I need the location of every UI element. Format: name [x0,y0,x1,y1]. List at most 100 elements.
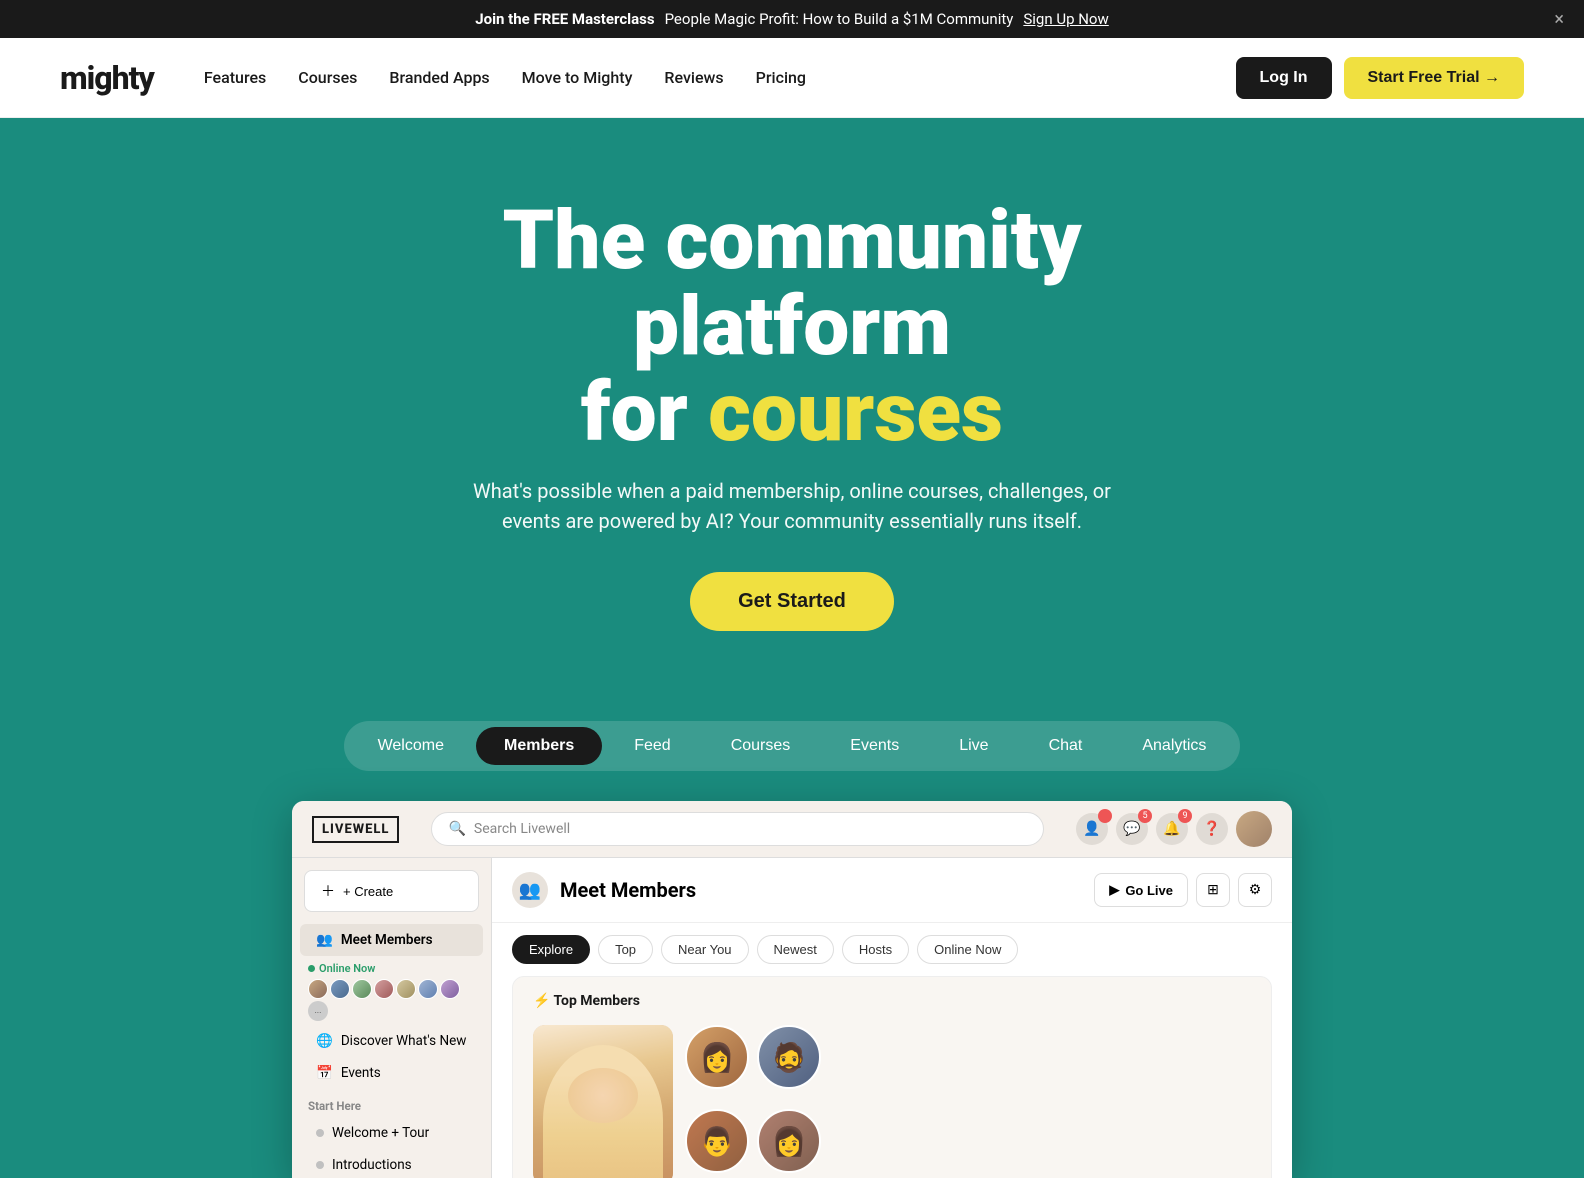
online-avatar [440,979,460,999]
pill-explore[interactable]: Explore [512,935,590,964]
online-dot [308,965,315,972]
app-body: ＋ + Create 👥 Meet Members Online Now [292,858,1292,1178]
nav-pricing[interactable]: Pricing [756,68,806,87]
hero-section: The community platform for courses What'… [0,118,1584,721]
tab-feed[interactable]: Feed [606,727,698,765]
side-members-grid: 👩 🧔 👨 👩 [685,1025,821,1178]
online-avatars: ... [308,979,475,1021]
tab-courses[interactable]: Courses [703,727,819,765]
app-window: LIVEWELL 🔍 Search Livewell 👤 💬 5 🔔 9 [292,801,1292,1178]
create-button[interactable]: ＋ + Create [304,870,479,912]
nav-branded-apps[interactable]: Branded Apps [389,68,489,87]
hero-heading: The community platform for courses [342,198,1242,456]
members-grid: 👩 🧔 👨 👩 [533,1025,1251,1178]
dot-icon [316,1129,324,1137]
dot-icon [316,1161,324,1169]
discover-icon: 🌐 [316,1033,333,1049]
online-avatar [374,979,394,999]
tab-welcome[interactable]: Welcome [350,727,472,765]
video-icon: ▶ [1109,882,1119,898]
hero-line1: The community platform [503,193,1082,375]
hero-subtitle: What's possible when a paid membership, … [462,476,1122,536]
online-section: Online Now ... [292,956,491,1025]
settings-icon[interactable]: ⚙ [1238,873,1272,907]
top-members-section: ⚡ Top Members [512,976,1272,1178]
main-actions: ▶ Go Live ⊞ ⚙ [1094,873,1272,907]
nav-reviews[interactable]: Reviews [664,68,723,87]
app-logo: LIVEWELL [312,816,399,843]
user-avatar[interactable] [1236,811,1272,847]
app-header: LIVEWELL 🔍 Search Livewell 👤 💬 5 🔔 9 [292,801,1292,858]
members-sidebar-icon: 👥 [316,932,333,948]
navbar: mighty Features Courses Branded Apps Mov… [0,38,1584,118]
online-avatar [330,979,350,999]
feature-tabs: Welcome Members Feed Courses Events Live… [344,721,1241,771]
pill-hosts[interactable]: Hosts [842,935,909,964]
app-main: 👥 Meet Members ▶ Go Live ⊞ ⚙ [492,858,1292,1178]
announcement-cta[interactable]: Sign Up Now [1023,10,1108,28]
sidebar-item-welcome-tour[interactable]: Welcome + Tour [300,1117,483,1149]
app-search-bar[interactable]: 🔍 Search Livewell [431,812,1044,846]
logo[interactable]: mighty [60,59,154,97]
app-preview: LIVEWELL 🔍 Search Livewell 👤 💬 5 🔔 9 [0,801,1584,1178]
trial-button[interactable]: Start Free Trial → [1344,57,1525,99]
notifications-icon[interactable]: 💬 5 [1116,813,1148,845]
side-member-3[interactable]: 👨 [685,1109,749,1173]
bell-icon[interactable]: 🔔 9 [1156,813,1188,845]
plus-icon: ＋ [321,881,335,901]
announcement-text: People Magic Profit: How to Build a $1M … [665,10,1014,28]
grid-icon: ⊞ [1207,882,1219,898]
top-members-header: ⚡ Top Members [533,993,1251,1009]
tab-live[interactable]: Live [931,727,1016,765]
app-sidebar: ＋ + Create 👥 Meet Members Online Now [292,858,492,1178]
help-icon[interactable]: ❓ [1196,813,1228,845]
close-icon[interactable]: × [1554,9,1564,30]
pill-online-now[interactable]: Online Now [917,935,1018,964]
side-member-2[interactable]: 🧔 [757,1025,821,1089]
online-avatar [396,979,416,999]
sidebar-item-introductions[interactable]: Introductions [300,1149,483,1178]
go-live-button[interactable]: ▶ Go Live [1094,873,1188,907]
start-here-section-label: Start Here [292,1089,491,1117]
pill-near-you[interactable]: Near You [661,935,749,964]
main-title: 👥 Meet Members [512,872,696,908]
announcement-prefix: Join the FREE Masterclass [475,10,654,28]
login-button[interactable]: Log In [1236,57,1332,99]
hero-highlight: courses [708,365,1003,461]
nav-features[interactable]: Features [204,68,266,87]
gear-icon: ⚙ [1249,882,1262,898]
tabs-container: Welcome Members Feed Courses Events Live… [0,721,1584,801]
get-started-button[interactable]: Get Started [690,572,894,631]
navbar-actions: Log In Start Free Trial → [1236,57,1524,99]
search-icon: 🔍 [448,821,465,837]
tab-members[interactable]: Members [476,727,602,765]
tab-events[interactable]: Events [822,727,927,765]
announcement-bar: Join the FREE Masterclass People Magic P… [0,0,1584,38]
pill-newest[interactable]: Newest [757,935,834,964]
online-avatar [308,979,328,999]
members-title-icon: 👥 [512,872,548,908]
sidebar-item-discover[interactable]: 🌐 Discover What's New [300,1025,483,1057]
nav-courses[interactable]: Courses [298,68,357,87]
add-member-icon[interactable]: 👤 [1076,813,1108,845]
app-header-icons: 👤 💬 5 🔔 9 ❓ [1076,811,1272,847]
tab-chat[interactable]: Chat [1021,727,1111,765]
members-settings-icon[interactable]: ⊞ [1196,873,1230,907]
online-more: ... [308,1001,328,1021]
filter-pills: Explore Top Near You Newest Hosts Online… [492,923,1292,976]
app-main-header: 👥 Meet Members ▶ Go Live ⊞ ⚙ [492,858,1292,923]
nav-links: Features Courses Branded Apps Move to Mi… [204,68,1236,87]
members-content: ⚡ Top Members [492,976,1292,1178]
side-member-4[interactable]: 👩 [757,1109,821,1173]
calendar-icon: 📅 [316,1065,333,1081]
pill-top[interactable]: Top [598,935,653,964]
tab-analytics[interactable]: Analytics [1114,727,1234,765]
online-avatar [352,979,372,999]
sidebar-item-events[interactable]: 📅 Events [300,1057,483,1089]
side-member-1[interactable]: 👩 [685,1025,749,1089]
featured-member[interactable] [533,1025,673,1178]
sidebar-item-meet-members[interactable]: 👥 Meet Members [300,924,483,956]
hero-line2-prefix: for [581,365,708,461]
nav-move-to-mighty[interactable]: Move to Mighty [522,68,633,87]
online-avatar [418,979,438,999]
